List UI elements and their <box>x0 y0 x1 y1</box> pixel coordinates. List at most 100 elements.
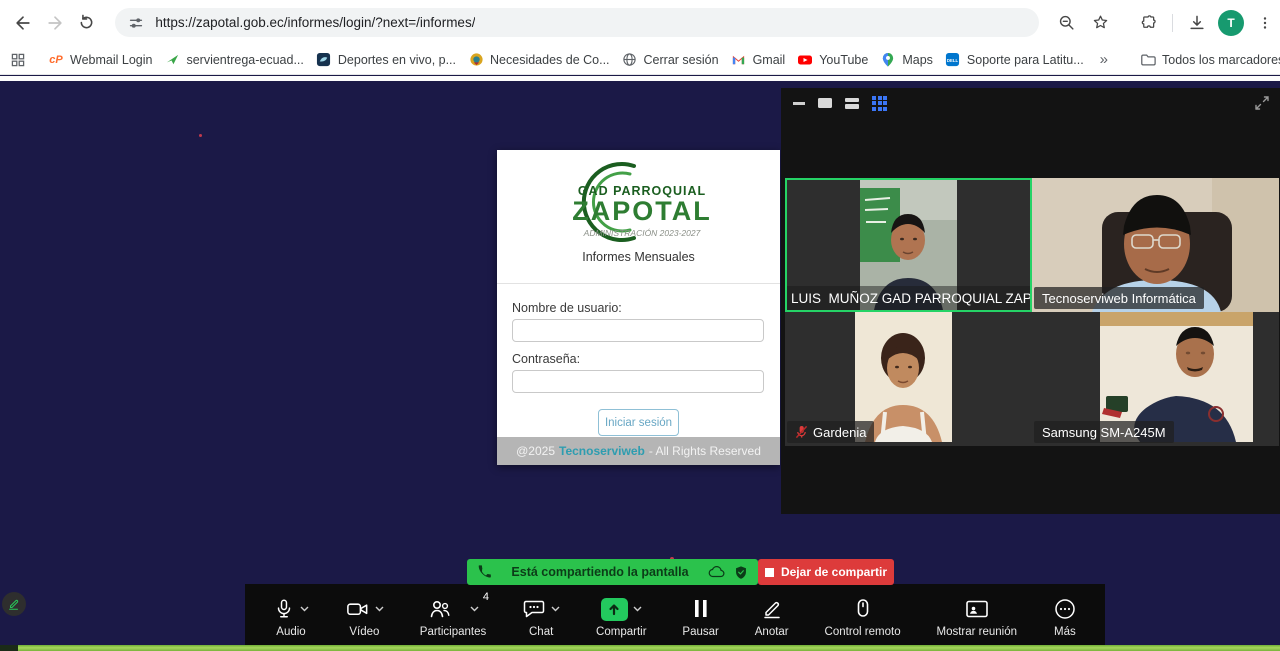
forward-icon[interactable] <box>40 8 70 38</box>
username-input[interactable] <box>512 319 764 342</box>
footer-rights: - All Rights Reserved <box>649 444 761 458</box>
bookmark-webmail-login[interactable]: cP Webmail Login <box>42 49 158 71</box>
login-button[interactable]: Iniciar sesión <box>598 409 679 436</box>
bookmark-servientrega[interactable]: servientrega-ecuad... <box>158 49 309 71</box>
speaker-view-icon[interactable] <box>845 98 859 109</box>
footer-year: @2025 <box>516 444 555 458</box>
bookmark-star-icon[interactable] <box>1085 8 1115 38</box>
video-tile-tecnoserviweb[interactable]: Tecnoserviweb Informática <box>1032 178 1279 312</box>
phone-icon <box>477 565 492 580</box>
pause-icon <box>691 597 711 621</box>
sharing-banner: Está compartiendo la pantalla <box>467 559 758 585</box>
downloads-icon[interactable] <box>1182 8 1212 38</box>
cpanel-icon: cP <box>48 52 64 68</box>
bookmark-youtube[interactable]: YouTube <box>791 49 874 71</box>
folder-icon <box>1140 52 1156 68</box>
menu-kebab-icon[interactable] <box>1250 8 1280 38</box>
globe-icon <box>622 52 638 68</box>
bookmarks-overflow-chevron[interactable]: » <box>1090 51 1118 68</box>
screen-share-border-gap <box>0 645 18 651</box>
apps-grid-icon[interactable] <box>10 48 26 72</box>
gallery-view-icon[interactable] <box>872 96 887 111</box>
video-tile-luis[interactable]: LUIS MUÑOZ GAD PARROQUIAL ZAPOTAL <box>785 178 1032 312</box>
chevron-down-icon[interactable] <box>633 606 642 612</box>
password-input[interactable] <box>512 370 764 393</box>
bookmark-gmail[interactable]: Gmail <box>725 49 792 71</box>
stop-icon <box>765 568 774 577</box>
ecuador-emblem-icon <box>468 52 484 68</box>
chevron-down-icon[interactable] <box>375 606 384 612</box>
site-settings-icon[interactable] <box>127 14 145 32</box>
profile-avatar[interactable]: T <box>1216 8 1246 38</box>
audio-button[interactable]: Audio <box>273 584 309 645</box>
share-button[interactable]: Compartir <box>596 584 646 645</box>
youtube-icon <box>797 52 813 68</box>
card-subtitle: Informes Mensuales <box>497 250 780 264</box>
participant-name: Gardenia <box>813 425 866 440</box>
card-footer: @2025 Tecnoserviweb - All Rights Reserve… <box>497 437 780 465</box>
participant-name: Samsung SM-A245M <box>1034 421 1174 443</box>
participant-name-wrap: Gardenia <box>787 421 874 443</box>
green-pencil-icon <box>7 597 21 611</box>
bookmark-cerrar-sesion[interactable]: Cerrar sesión <box>616 49 725 71</box>
footer-brand-link[interactable]: Tecnoserviweb <box>559 444 645 458</box>
microphone-icon <box>273 597 295 621</box>
bookmark-deportes[interactable]: Deportes en vivo, p... <box>310 49 462 71</box>
video-button[interactable]: Vídeo <box>345 584 384 645</box>
pause-button[interactable]: Pausar <box>682 584 718 645</box>
zoom-video-panel: LUIS MUÑOZ GAD PARROQUIAL ZAPOTAL <box>781 88 1280 514</box>
meeting-window-icon <box>964 597 990 621</box>
video-tile-gardenia[interactable]: Gardenia <box>785 312 1032 446</box>
chevron-down-icon[interactable] <box>470 606 479 612</box>
bookmarks-bar: cP Webmail Login servientrega-ecuad... D… <box>0 45 1280 75</box>
bookmark-necesidades[interactable]: Necesidades de Co... <box>462 49 616 71</box>
more-button[interactable]: Más <box>1053 584 1077 645</box>
servientrega-icon <box>164 52 180 68</box>
annotation-pencil-fab[interactable] <box>2 592 26 616</box>
bookmark-maps[interactable]: Maps <box>874 49 939 71</box>
share-screen-icon <box>601 598 628 621</box>
address-bar[interactable]: https://zapotal.gob.ec/informes/login/?n… <box>115 8 1039 37</box>
username-label: Nombre de usuario: <box>512 301 622 315</box>
minimize-icon[interactable] <box>793 102 805 105</box>
bookmark-soporte-dell[interactable]: DELL Soporte para Latitu... <box>939 49 1090 71</box>
toolbar-right: T <box>1051 8 1280 38</box>
camera-icon <box>345 597 370 621</box>
shield-check-icon <box>734 565 748 580</box>
chat-button[interactable]: Chat <box>522 584 560 645</box>
chevron-down-icon[interactable] <box>551 606 560 612</box>
url-text[interactable]: https://zapotal.gob.ec/informes/login/?n… <box>155 15 475 30</box>
logo-line2: ZAPOTAL <box>572 196 711 226</box>
reload-icon[interactable] <box>72 8 102 38</box>
remote-control-button[interactable]: Control remoto <box>825 584 901 645</box>
expand-icon[interactable] <box>1254 95 1270 116</box>
toolbar-divider <box>1172 14 1173 32</box>
extensions-icon[interactable] <box>1133 8 1163 38</box>
webpage-background: GAD PARROQUIAL ZAPOTAL ADMINISTRACIÓN 20… <box>0 76 1280 651</box>
pencil-icon <box>760 597 784 621</box>
annotate-button[interactable]: Anotar <box>755 584 789 645</box>
back-icon[interactable] <box>8 8 38 38</box>
chat-icon <box>522 597 546 621</box>
video-panel-header <box>781 88 1280 118</box>
participants-button[interactable]: 4 Participantes <box>420 584 486 645</box>
page-top-strip <box>0 76 1280 81</box>
stop-share-button[interactable]: Dejar de compartir <box>758 559 894 585</box>
zoom-out-icon[interactable] <box>1051 8 1081 38</box>
single-view-icon[interactable] <box>818 98 832 108</box>
screen: https://zapotal.gob.ec/informes/login/?n… <box>0 0 1280 651</box>
password-label: Contraseña: <box>512 352 580 366</box>
video-grid: LUIS MUÑOZ GAD PARROQUIAL ZAPOTAL <box>785 178 1279 446</box>
cloud-icon <box>708 565 726 579</box>
annotation-dot <box>199 134 202 137</box>
video-tile-samsung[interactable]: Samsung SM-A245M <box>1032 312 1279 446</box>
chevron-down-icon[interactable] <box>300 606 309 612</box>
logo-line3: ADMINISTRACIÓN 2023-2027 <box>582 228 700 238</box>
gmail-icon <box>731 52 747 68</box>
stop-share-label: Dejar de compartir <box>781 565 887 579</box>
browser-toolbar: https://zapotal.gob.ec/informes/login/?n… <box>0 0 1280 45</box>
svg-text:DELL: DELL <box>947 58 959 63</box>
deportes-icon <box>316 52 332 68</box>
all-bookmarks[interactable]: Todos los marcadores <box>1134 49 1280 71</box>
show-meeting-button[interactable]: Mostrar reunión <box>936 584 1017 645</box>
